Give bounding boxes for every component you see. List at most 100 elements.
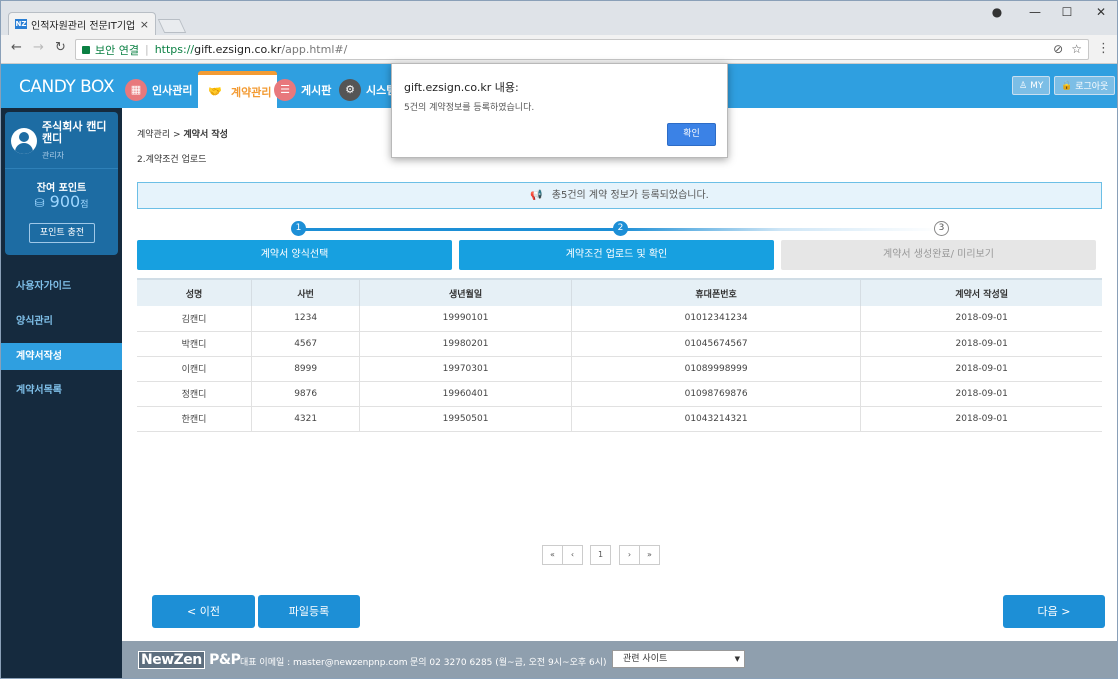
tab-close-icon[interactable]: × (140, 18, 149, 31)
cell: 4567 (251, 331, 361, 357)
dialog-title: gift.ezsign.co.kr 내용: (404, 81, 519, 94)
table-row: 이캔디 8999 19970301 01089998999 2018-09-01 (137, 356, 1102, 382)
sidebar-item-contract-list[interactable]: 계약서목록 (1, 377, 122, 404)
alert-dialog: gift.ezsign.co.kr 내용: 5건의 계약정보를 등록하였습니다.… (391, 63, 728, 158)
account-icon[interactable]: ● (985, 5, 1009, 19)
select-value: 관련 사이트 (623, 654, 668, 664)
points-unit: 점 (80, 200, 89, 210)
pager-prev-button[interactable]: ‹ (562, 545, 583, 565)
pager-first-button[interactable]: « (542, 545, 563, 565)
my-button[interactable]: ♙ MY (1012, 76, 1051, 95)
col-phone: 휴대폰번호 (571, 278, 862, 306)
browser-tab[interactable]: NZ 인적자원관리 전문IT기업 × (8, 12, 156, 35)
pager-last-button[interactable]: » (639, 545, 660, 565)
close-window-icon[interactable]: ✕ (1089, 5, 1113, 19)
browser-navbar: ← → ↻ 보안 연결 | https:// gift.ezsign.co.kr… (1, 35, 1117, 64)
cell: 2018-09-01 (860, 381, 1102, 407)
step-title: 2.계약조건 업로드 (137, 155, 207, 165)
col-name: 성명 (137, 278, 253, 306)
step-1-button[interactable]: 계약서 양식선택 (137, 240, 452, 270)
padlock-icon: 🔒 (1061, 80, 1073, 91)
my-label: MY (1030, 80, 1044, 91)
gear-icon: ⚙ (339, 78, 361, 101)
cell: 01043214321 (571, 406, 862, 432)
cell: 19960401 (359, 381, 572, 407)
footer-logo-a: NewZen (138, 651, 205, 669)
step-1-dot: 1 (291, 221, 306, 236)
new-tab-button[interactable] (157, 19, 187, 33)
points-number: 900 (49, 192, 81, 211)
cell: 박캔디 (137, 331, 253, 357)
favicon-icon: NZ (15, 19, 27, 29)
points-value: ⛁ 900점 (5, 192, 118, 211)
notice-text: 총5건의 계약 정보가 등록되었습니다. (551, 190, 709, 201)
table-header-row: 성명 사번 생년월일 휴대폰번호 계약서 작성일 (137, 278, 1102, 306)
cell: 8999 (251, 356, 361, 382)
prev-button[interactable]: < 이전 (152, 595, 255, 628)
menu-label: 게시판 (301, 83, 332, 97)
divider (5, 168, 118, 169)
logout-label: 로그아웃 (1075, 82, 1109, 92)
menu-label: 계약관리 (231, 85, 272, 99)
cell: 19950501 (359, 406, 572, 432)
url-protocol: https:// (154, 43, 195, 56)
menu-system[interactable]: ⚙ 시스템 (339, 71, 396, 108)
cell: 19980201 (359, 331, 572, 357)
cell: 2018-09-01 (860, 356, 1102, 382)
blocked-icon[interactable]: ⊘ (1053, 42, 1063, 56)
user-role: 관리자 (42, 151, 65, 160)
cell: 4321 (251, 406, 361, 432)
cell: 이캔디 (137, 356, 253, 382)
next-button[interactable]: 다음 > (1003, 595, 1105, 628)
forward-icon[interactable]: → (33, 40, 44, 55)
maximize-icon[interactable]: ☐ (1055, 5, 1079, 19)
menu-hr[interactable]: ▦ 인사관리 (125, 71, 192, 108)
bookmark-star-icon[interactable]: ☆ (1071, 42, 1082, 56)
browser-window: NZ 인적자원관리 전문IT기업 × ● — ☐ ✕ ← → ↻ 보안 연결 |… (0, 0, 1118, 679)
cell: 2018-09-01 (860, 331, 1102, 357)
hr-icon: ▦ (125, 78, 147, 101)
footer-logo-b: P&P (204, 652, 241, 668)
back-icon[interactable]: ← (11, 40, 22, 55)
sidebar-item-guide[interactable]: 사용자가이드 (1, 273, 122, 300)
cell: 정캔디 (137, 381, 253, 407)
table-row: 정캔디 9876 19960401 01098769876 2018-09-01 (137, 381, 1102, 407)
upload-file-button[interactable]: 파일등록 (258, 595, 360, 628)
cell: 01045674567 (571, 331, 862, 357)
tab-title: 인적자원관리 전문IT기업 (31, 20, 136, 32)
browser-menu-icon[interactable]: ⋮ (1097, 41, 1110, 56)
cell: 19970301 (359, 356, 572, 382)
footer: NewZen P&P 대표 이메일 : master@newzenpnp.com… (122, 641, 1117, 678)
step-3-button[interactable]: 계약서 생성완료/ 미리보기 (781, 240, 1096, 270)
cell: 김캔디 (137, 306, 253, 332)
minimize-icon[interactable]: — (1023, 5, 1047, 19)
lock-icon (82, 45, 90, 54)
reload-icon[interactable]: ↻ (55, 40, 66, 55)
sidebar-item-forms[interactable]: 양식관리 (1, 308, 122, 335)
breadcrumb-parent[interactable]: 계약관리 > (137, 130, 183, 140)
profile-card: 주식회사 캔디캔디 관리자 잔여 포인트 ⛁ 900점 포인트 충전 (5, 112, 118, 255)
pager-next-button[interactable]: › (619, 545, 640, 565)
sidebar-item-write-contract[interactable]: 계약서작성 (1, 343, 122, 370)
menu-contract[interactable]: 🤝 계약관리 (198, 71, 278, 108)
app-logo[interactable]: CANDY BOX (19, 77, 114, 97)
coins-icon: ⛁ (34, 196, 45, 210)
menu-label: 인사관리 (152, 83, 193, 97)
sidebar: 주식회사 캔디캔디 관리자 잔여 포인트 ⛁ 900점 포인트 충전 사용자가이… (1, 108, 122, 678)
url-host: gift.ezsign.co.kr (194, 43, 282, 56)
contract-table: 성명 사번 생년월일 휴대폰번호 계약서 작성일 김캔디 1234 199901… (137, 278, 1102, 432)
charge-points-button[interactable]: 포인트 충전 (29, 223, 95, 243)
step-2-button[interactable]: 계약조건 업로드 및 확인 (459, 240, 774, 270)
cell: 2018-09-01 (860, 406, 1102, 432)
user-icon: ♙ (1019, 80, 1028, 91)
logout-button[interactable]: 🔒 로그아웃 (1054, 76, 1116, 95)
pager-page-1[interactable]: 1 (590, 545, 611, 565)
handshake-icon: 🤝 (208, 85, 222, 98)
related-sites-select[interactable]: 관련 사이트 ▼ (612, 650, 745, 668)
col-birth: 생년월일 (359, 278, 572, 306)
step-3-dot: 3 (934, 221, 949, 236)
dialog-ok-button[interactable]: 확인 (667, 123, 716, 146)
menu-board[interactable]: ☰ 게시판 (274, 71, 331, 108)
address-bar[interactable]: 보안 연결 | https:// gift.ezsign.co.kr /app.… (75, 39, 1089, 60)
table-row: 박캔디 4567 19980201 01045674567 2018-09-01 (137, 331, 1102, 357)
